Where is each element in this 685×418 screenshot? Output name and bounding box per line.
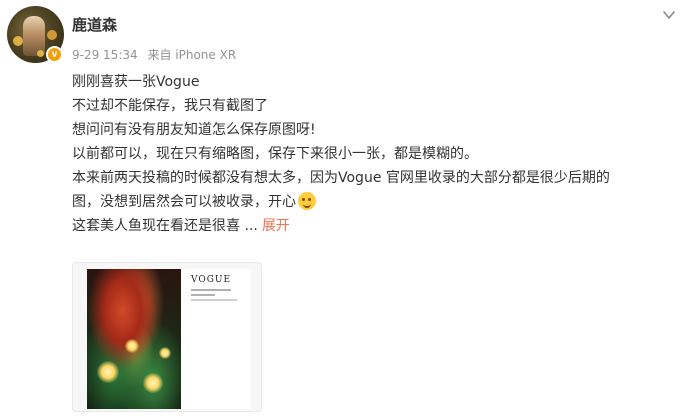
vogue-logo: VOGUE bbox=[191, 275, 232, 285]
caption-line bbox=[191, 299, 237, 301]
content-line-with-expand: 这套美人鱼现在看还是很喜 ... 展开 bbox=[72, 214, 680, 238]
magazine-page: VOGUE bbox=[181, 269, 251, 409]
post-source: 来自 iPhone XR bbox=[147, 48, 237, 62]
lantern-glow bbox=[159, 347, 171, 359]
lantern-glow bbox=[97, 361, 119, 383]
post-content: 刚刚喜获一张Vogue 不过却不能保存，我只有截图了 想问问有没有朋友知道怎么保… bbox=[72, 70, 680, 238]
post-meta: 9-29 15:34 来自 iPhone XR bbox=[72, 46, 242, 63]
chevron-down-icon[interactable] bbox=[662, 8, 676, 22]
content-line: 这套美人鱼现在看还是很喜 ... bbox=[72, 218, 258, 234]
verified-badge-icon: v bbox=[46, 46, 63, 63]
post-time[interactable]: 9-29 15:34 bbox=[72, 48, 138, 62]
username[interactable]: 鹿道森 bbox=[72, 14, 117, 35]
caption-line bbox=[191, 294, 215, 296]
avatar-decoration bbox=[13, 36, 23, 46]
expand-link[interactable]: 展开 bbox=[262, 218, 290, 234]
post-image-thumbnail[interactable]: VOGUE bbox=[72, 262, 262, 412]
avatar-decoration bbox=[47, 30, 57, 40]
content-line: 以前都可以，现在只有缩略图，保存下来很小一张，都是模糊的。 bbox=[72, 146, 478, 162]
content-line-with-emoji: 图，没想到居然会可以被收录，开心 bbox=[72, 190, 680, 214]
content-line: 图，没想到居然会可以被收录，开心 bbox=[72, 194, 296, 210]
avatar-decoration bbox=[37, 50, 44, 57]
content-line: 本来前两天投稿的时候都没有想太多，因为Vogue 官网里收录的大部分都是很少后期… bbox=[72, 170, 610, 186]
mermaid-photo bbox=[87, 269, 181, 409]
weibo-post: v 鹿道森 9-29 15:34 来自 iPhone XR 刚刚喜获一张Vogu… bbox=[0, 0, 685, 418]
content-line: 刚刚喜获一张Vogue bbox=[72, 74, 200, 90]
happy-emoji-icon bbox=[298, 192, 316, 210]
lantern-glow bbox=[143, 373, 163, 393]
lantern-glow bbox=[125, 339, 139, 353]
content-line: 想问问有没有朋友知道怎么保存原图呀! bbox=[72, 122, 316, 138]
content-line: 不过却不能保存，我只有截图了 bbox=[72, 98, 268, 114]
caption-line bbox=[191, 289, 231, 291]
